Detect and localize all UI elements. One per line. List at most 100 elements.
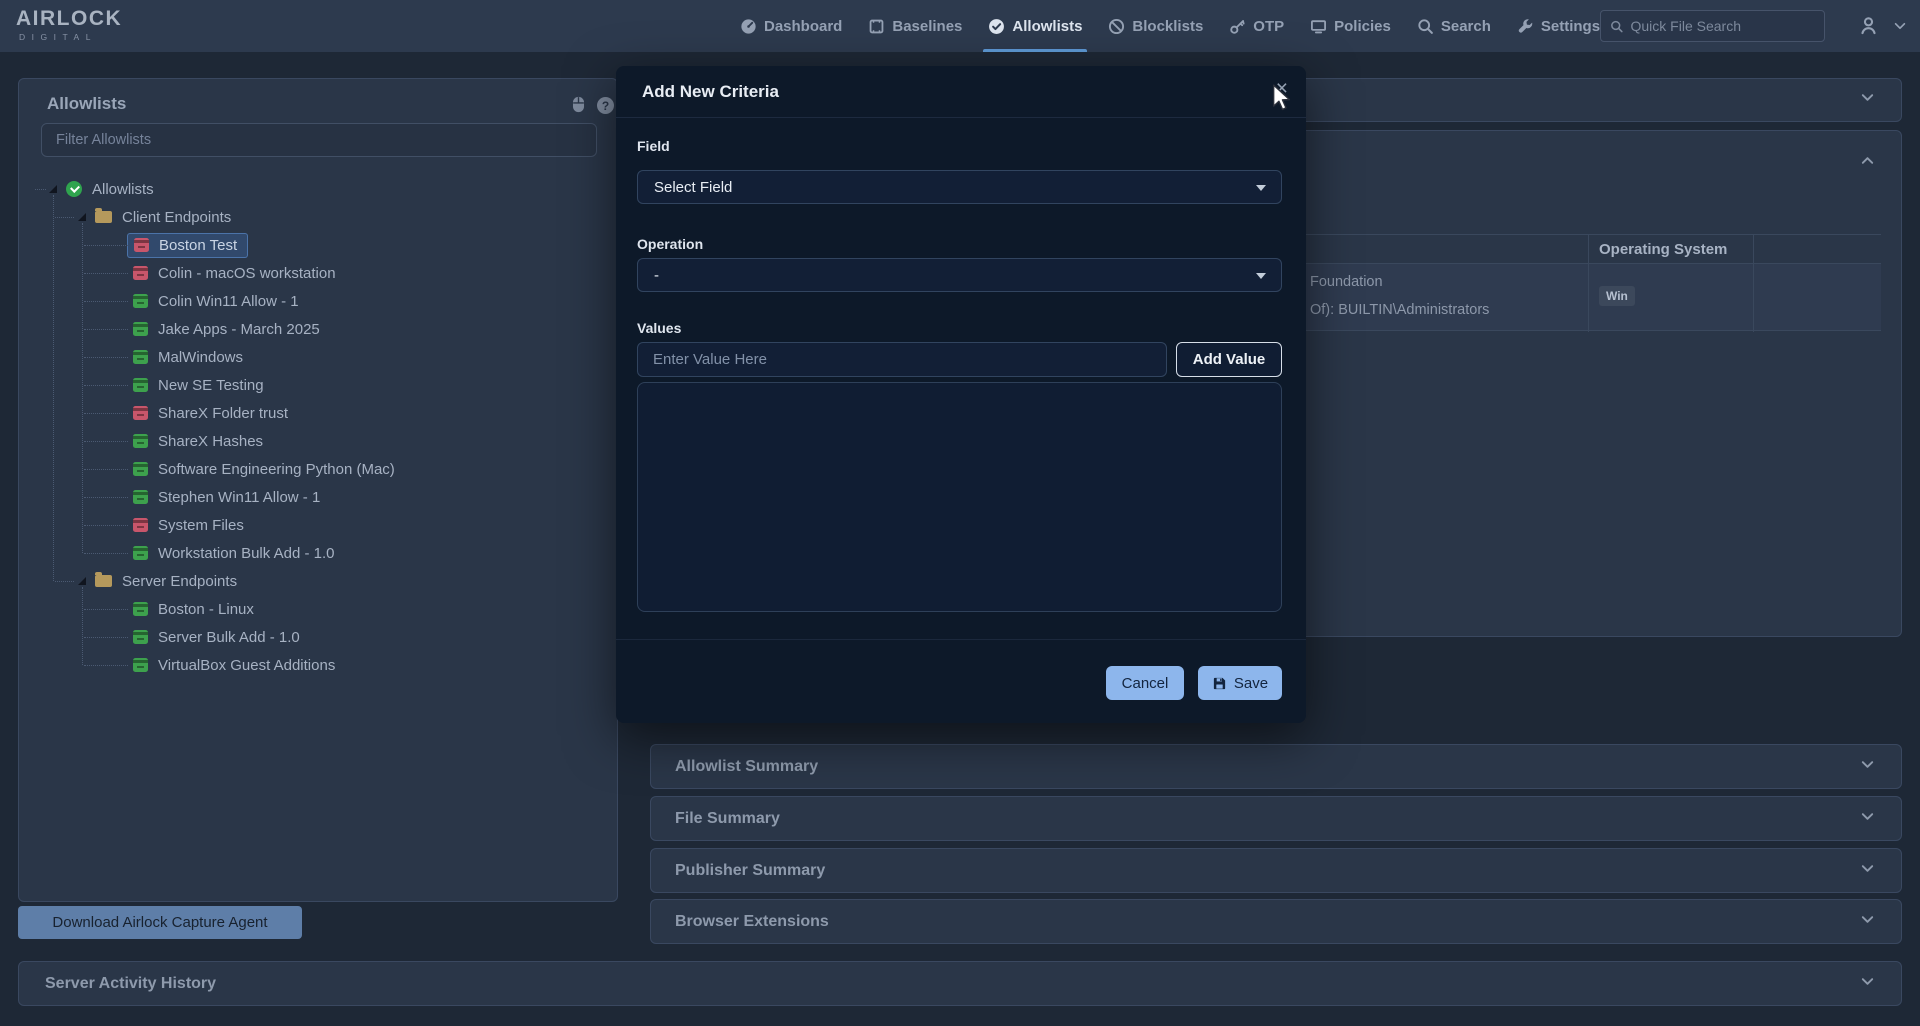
- tree-item[interactable]: VirtualBox Guest Additions: [19, 651, 615, 679]
- tree-item[interactable]: Workstation Bulk Add - 1.0: [19, 539, 615, 567]
- monitor-icon: [1310, 18, 1327, 35]
- tree-label: Colin Win11 Allow - 1: [158, 293, 299, 310]
- tree-item[interactable]: New SE Testing: [19, 371, 615, 399]
- search-icon: [1610, 19, 1624, 34]
- expander-icon[interactable]: [49, 185, 57, 193]
- nav-label: Blocklists: [1132, 18, 1203, 35]
- nav-item-blocklists[interactable]: Blocklists: [1108, 0, 1203, 52]
- tree-root-allowlists[interactable]: Allowlists: [19, 175, 615, 203]
- chevron-down-icon: [1860, 809, 1875, 829]
- gauge-icon: [740, 18, 757, 35]
- tree-item[interactable]: ShareX Folder trust: [19, 399, 615, 427]
- tree-label: Stephen Win11 Allow - 1: [158, 489, 320, 506]
- tree-item[interactable]: Software Engineering Python (Mac): [19, 455, 615, 483]
- chevron-down-icon: [1860, 757, 1875, 777]
- chevron-down-icon: [1860, 974, 1875, 994]
- add-value-button[interactable]: Add Value: [1176, 342, 1282, 377]
- nav-item-policies[interactable]: Policies: [1310, 0, 1391, 52]
- save-button-label: Save: [1234, 675, 1268, 692]
- footer-divider: [616, 639, 1306, 640]
- check-circle-icon: [66, 181, 82, 197]
- allowlist-box-icon: [133, 546, 148, 560]
- magnifier-icon: [1417, 18, 1434, 35]
- cancel-button[interactable]: Cancel: [1106, 666, 1184, 700]
- accordion-title: File Summary: [675, 810, 780, 828]
- nav-item-dashboard[interactable]: Dashboard: [740, 0, 842, 52]
- top-navbar: AIRLOCK DIGITAL Dashboard Baselines Allo…: [0, 0, 1920, 52]
- accordion-title: Browser Extensions: [675, 913, 829, 931]
- accordion-allowlist-summary[interactable]: Allowlist Summary: [650, 744, 1902, 789]
- allowlist-box-icon: [133, 462, 148, 476]
- nav-item-search[interactable]: Search: [1417, 0, 1491, 52]
- add-new-criteria-dialog: Add New Criteria × Field Select Field Op…: [616, 66, 1306, 723]
- help-icon[interactable]: ?: [597, 97, 614, 114]
- expander-icon[interactable]: [78, 577, 86, 585]
- tree-item[interactable]: Stephen Win11 Allow - 1: [19, 483, 615, 511]
- tree-item[interactable]: Colin Win11 Allow - 1: [19, 287, 615, 315]
- tree-group-server-endpoints[interactable]: Server Endpoints: [19, 567, 615, 595]
- column-divider: [1588, 234, 1589, 332]
- airlock-logo[interactable]: AIRLOCK DIGITAL: [16, 7, 122, 42]
- tree-item[interactable]: Boston Test: [19, 231, 615, 259]
- allowlist-box-icon: [133, 266, 148, 280]
- accordion-file-summary[interactable]: File Summary: [650, 796, 1902, 841]
- allowlist-box-icon: [133, 490, 148, 504]
- field-label: Field: [637, 138, 670, 154]
- panel-title: Allowlists: [47, 94, 126, 114]
- check-circle-icon: [988, 18, 1005, 35]
- nav-item-allowlists[interactable]: Allowlists: [988, 0, 1082, 52]
- chevron-up-icon[interactable]: [1860, 153, 1875, 173]
- nav-item-baselines[interactable]: Baselines: [868, 0, 962, 52]
- mouse-hint-icon[interactable]: [572, 96, 585, 118]
- accordion-server-activity-history[interactable]: Server Activity History: [18, 961, 1902, 1006]
- block-icon: [1108, 18, 1125, 35]
- quick-file-search-input[interactable]: [1631, 18, 1816, 34]
- expander-icon[interactable]: [78, 213, 86, 221]
- value-input[interactable]: [637, 342, 1167, 377]
- tree-label: Allowlists: [92, 181, 154, 198]
- tree-item[interactable]: ShareX Hashes: [19, 427, 615, 455]
- box-icon: [868, 18, 885, 35]
- user-icon[interactable]: [1858, 15, 1879, 36]
- accordion-title: Publisher Summary: [675, 862, 825, 880]
- accordion-browser-extensions[interactable]: Browser Extensions: [650, 899, 1902, 944]
- tree-label: New SE Testing: [158, 377, 264, 394]
- tree-label: ShareX Hashes: [158, 433, 263, 450]
- allowlist-box-icon: [134, 238, 149, 252]
- close-icon[interactable]: ×: [1276, 77, 1288, 101]
- operation-select[interactable]: -: [637, 258, 1282, 292]
- allowlist-box-icon: [133, 406, 148, 420]
- filter-allowlists-input[interactable]: [41, 123, 597, 157]
- tree-label: ShareX Folder trust: [158, 405, 288, 422]
- column-header-operating-system: Operating System: [1599, 241, 1727, 258]
- tree-item[interactable]: Boston - Linux: [19, 595, 615, 623]
- save-button[interactable]: Save: [1198, 666, 1282, 700]
- tree-item[interactable]: System Files: [19, 511, 615, 539]
- tree-label: Boston Test: [159, 237, 237, 254]
- accordion-title: Server Activity History: [45, 975, 216, 993]
- field-select[interactable]: Select Field: [637, 170, 1282, 204]
- save-floppy-icon: [1212, 676, 1227, 691]
- tree-group-client-endpoints[interactable]: Client Endpoints: [19, 203, 615, 231]
- allowlists-tree: Allowlists Client Endpoints Boston Test …: [19, 175, 615, 679]
- tree-item[interactable]: Server Bulk Add - 1.0: [19, 623, 615, 651]
- active-tab-underline: [983, 49, 1087, 52]
- values-list-box[interactable]: [637, 382, 1282, 612]
- caret-down-icon: [1256, 273, 1266, 279]
- nav-item-otp[interactable]: OTP: [1229, 0, 1284, 52]
- accordion-publisher-summary[interactable]: Publisher Summary: [650, 848, 1902, 893]
- download-capture-agent-button[interactable]: Download Airlock Capture Agent: [18, 906, 302, 939]
- nav-label: Policies: [1334, 18, 1391, 35]
- tree-item[interactable]: MalWindows: [19, 343, 615, 371]
- chevron-down-icon[interactable]: [1893, 19, 1907, 33]
- nav-item-settings[interactable]: Settings: [1517, 0, 1600, 52]
- tree-item[interactable]: Colin - macOS workstation: [19, 259, 615, 287]
- column-divider: [1753, 234, 1754, 332]
- folder-icon: [95, 575, 112, 587]
- tree-item[interactable]: Jake Apps - March 2025: [19, 315, 615, 343]
- allowlist-box-icon: [133, 630, 148, 644]
- tree-label: Server Endpoints: [122, 573, 237, 590]
- allowlist-box-icon: [133, 350, 148, 364]
- tree-label: System Files: [158, 517, 244, 534]
- tree-label: VirtualBox Guest Additions: [158, 657, 335, 674]
